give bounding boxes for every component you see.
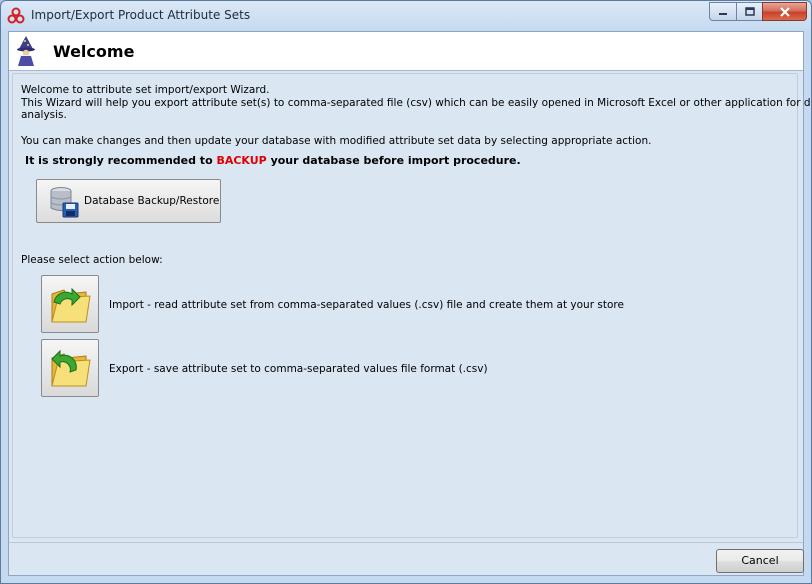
export-button[interactable] — [41, 339, 99, 397]
close-icon — [779, 6, 790, 17]
intro-line-1: Welcome to attribute set import/export W… — [21, 84, 270, 96]
intro-line-4: You can make changes and then update you… — [21, 135, 652, 147]
database-save-icon — [50, 187, 79, 218]
triple-ring-logo-icon — [7, 7, 25, 24]
warning-prefix: It is strongly recommended to — [25, 154, 217, 167]
maximize-button[interactable] — [736, 2, 762, 21]
folder-import-icon — [51, 287, 91, 323]
cancel-button[interactable]: Cancel — [716, 549, 804, 573]
minimize-icon — [719, 12, 727, 15]
window-title: Import/Export Product Attribute Sets — [31, 8, 251, 22]
page-title: Welcome — [53, 42, 135, 61]
wizard-icon — [17, 36, 35, 66]
maximize-icon — [744, 7, 755, 16]
title-bar[interactable]: Import/Export Product Attribute Sets — [1, 1, 811, 31]
import-button[interactable] — [41, 275, 99, 333]
minimize-button[interactable] — [709, 2, 736, 21]
backup-warning: It is strongly recommended to BACKUP you… — [25, 154, 521, 167]
close-button[interactable] — [762, 2, 807, 21]
warning-highlight: BACKUP — [216, 154, 267, 167]
wizard-header: Welcome — [9, 32, 803, 71]
wizard-content: Welcome to attribute set import/export W… — [12, 73, 811, 538]
database-backup-restore-label: Database Backup/Restore — [84, 195, 220, 207]
import-action-label: Import - read attribute set from comma-s… — [109, 299, 624, 311]
export-action-label: Export - save attribute set to comma-sep… — [109, 363, 488, 375]
select-action-prompt: Please select action below: — [21, 254, 163, 266]
window-controls — [709, 2, 807, 21]
intro-line-2: This Wizard will help you export attribu… — [21, 97, 812, 109]
folder-export-icon — [51, 349, 91, 387]
footer-divider — [9, 542, 803, 543]
warning-suffix: your database before import procedure. — [266, 154, 521, 167]
wizard-client-area: Welcome Welcome to attribute set import/… — [8, 31, 811, 576]
wizard-window: Import/Export Product Attribute Sets Wel… — [0, 0, 812, 584]
intro-line-3: analysis. — [21, 109, 67, 121]
database-backup-restore-button[interactable]: Database Backup/Restore — [36, 179, 221, 223]
